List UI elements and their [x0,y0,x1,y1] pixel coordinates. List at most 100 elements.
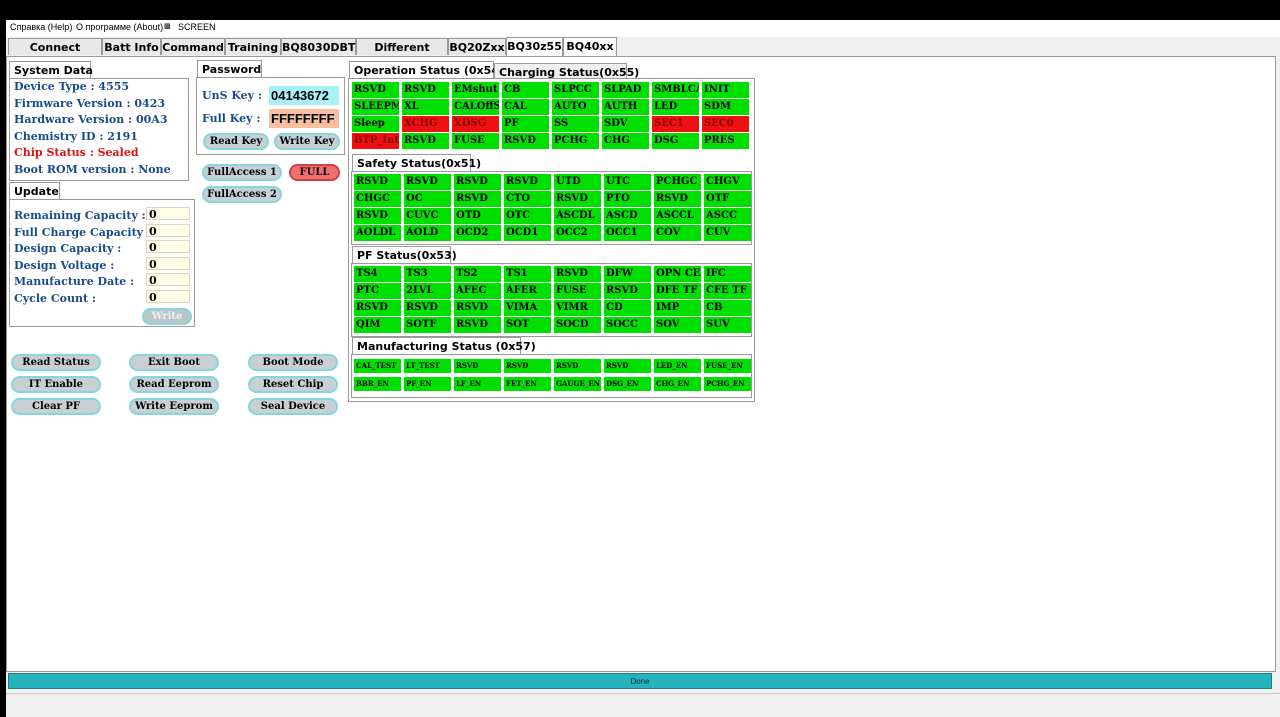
tab-bq40xx[interactable]: BQ40xx [563,37,617,56]
status-bit-cell: CAL [502,99,549,115]
status-bit-cell: DSG [652,133,699,149]
status-bit-cell: ASCCL [654,208,701,224]
design-capacity-label: Design Capacity : [14,242,122,255]
system-data-panel: Device Type : 4555 Firmware Version : 04… [9,78,189,181]
tab-batt-info[interactable]: Batt Info [102,38,161,55]
chip-status: Chip Status : Sealed [14,146,139,159]
exit-boot-button[interactable]: Exit Boot [129,354,219,371]
status-bit-cell: Sleep [352,116,399,132]
tab-connect-device[interactable]: Connect Device [8,38,102,71]
status-bit-cell: AFEC [454,283,501,299]
status-bit-cell: SLEEPM [352,99,399,115]
status-bit-cell: SS [552,116,599,132]
read-status-button[interactable]: Read Status [11,354,101,371]
status-bit-cell: ASCD [604,208,651,224]
status-bit-cell: OTF [704,191,751,207]
status-bit-cell: RSVD [554,266,601,282]
update-panel: Remaining Capacity : 0 Full Charge Capac… [9,199,195,327]
status-bit-cell: PCHGC [654,174,701,190]
status-bit-cell: BTP_Int [352,133,399,149]
status-bit-cell: OCC1 [604,225,651,241]
status-bit-cell: RSVD [504,174,551,190]
write-key-button[interactable]: Write Key [274,133,340,150]
boot-mode-button[interactable]: Boot Mode [248,354,338,371]
tab-training[interactable]: Training [225,38,281,55]
cycle-count-label: Cycle Count : [14,292,96,305]
status-bit-cell: RSVD [604,283,651,299]
status-bit-cell: AUTO [552,99,599,115]
status-bit-cell: RSVD [654,191,701,207]
status-bit-cell: RSVD [554,191,601,207]
full-access-1-button[interactable]: FullAccess 1 [202,164,282,181]
device-type: Device Type : 4555 [14,80,130,93]
full-charge-capacity-input[interactable]: 0 [146,224,190,238]
seal-device-button[interactable]: Seal Device [248,398,338,415]
cycle-count-input[interactable]: 0 [146,290,190,304]
status-bit-cell: AFER [504,283,551,299]
menu-help[interactable]: Справка (Help) [10,22,72,32]
status-panel: RSVDRSVDEMshutCBSLPCCSLPADSMBLCALINITSLE… [348,78,755,402]
status-bit-cell: 2LVL [404,283,451,299]
status-bar [6,693,1280,717]
status-bit-cell: RSVD [502,133,549,149]
remaining-capacity-label: Remaining Capacity : [14,209,146,222]
it-enable-button[interactable]: IT Enable [11,376,101,393]
menu-screen[interactable]: SCREEN [178,22,216,32]
manufacturing-status-panel: CAL_TEST LT_TEST RSVD RSVD RSVD RSVD LED_EN FUS… [351,354,752,398]
status-bit-cell: CB [704,300,751,316]
status-bit-cell: SEC0 [702,116,749,132]
status-bit-cell: RSVD [554,359,601,373]
status-bit-cell: PRES [702,133,749,149]
design-capacity-input[interactable]: 0 [146,240,190,254]
full-access-2-button[interactable]: FullAccess 2 [202,186,282,203]
reset-chip-button[interactable]: Reset Chip [248,376,338,393]
status-bit-cell: RSVD [454,317,501,333]
app-window: Справка (Help) О программе (About) ▩ SCR… [6,20,1280,717]
password-title: Password [197,60,262,78]
status-bit-cell: SOCC [604,317,651,333]
screen-icon[interactable]: ▩ [164,22,171,30]
status-bit-cell: UTC [604,174,651,190]
status-bit-cell: CD [604,300,651,316]
status-bit-cell: XDSG [452,116,499,132]
status-bit-cell: TS1 [504,266,551,282]
uns-key-input[interactable]: 04143672 [269,86,339,105]
operation-status-tab[interactable]: Operation Status (0x54) [349,61,504,79]
status-bit-cell: PCHG_EN [704,377,751,391]
tab-different-chips[interactable]: Different Chips [356,38,448,71]
status-bit-cell: CUVC [404,208,451,224]
safety-status-title: Safety Status(0x51) [352,154,481,172]
status-bit-cell: PF [502,116,549,132]
status-bit-cell: LED [652,99,699,115]
progress-bar: Done [8,673,1272,689]
full-key-input[interactable]: FFFFFFFF [269,109,339,128]
tab-bq30z55[interactable]: BQ30z55 [506,37,563,56]
tab-command[interactable]: Command [161,38,225,55]
write-button[interactable]: Write [142,308,192,325]
manufacture-date-input[interactable]: 0 [146,273,190,287]
status-bit-cell: CAL_TEST [354,359,401,373]
read-eeprom-button[interactable]: Read Eeprom [129,376,219,393]
menu-about[interactable]: О программе (About) [76,22,163,32]
status-bit-cell: SOCD [554,317,601,333]
full-button[interactable]: FULL [289,164,340,181]
menu-bar: Справка (Help) О программе (About) ▩ SCR… [6,20,1280,37]
status-bit-cell: RSVD [402,82,449,98]
boot-rom-version: Boot ROM version : None [14,163,171,176]
remaining-capacity-input[interactable]: 0 [146,207,190,221]
design-voltage-input[interactable]: 0 [146,257,190,271]
read-key-button[interactable]: Read Key [203,133,269,150]
write-eeprom-button[interactable]: Write Eeprom [129,398,219,415]
safety-status-panel: RSVD RSVD RSVD RSVD UTD UTC PCHGC CHGV CHGC OC RSV… [351,171,752,245]
status-bit-cell: CB [502,82,549,98]
tab-bq20zxx[interactable]: BQ20Zxx [448,38,506,55]
status-bit-cell: XL [402,99,449,115]
status-bit-cell: ASCDL [554,208,601,224]
tab-bq8030dbt[interactable]: BQ8030DBT [281,38,356,55]
clear-pf-button[interactable]: Clear PF [11,398,101,415]
status-bit-cell: RSVD [404,300,451,316]
status-bit-cell: CUV [704,225,751,241]
status-bit-cell: RSVD [402,133,449,149]
status-bit-cell: OTD [454,208,501,224]
manufacturing-status-title: Manufacturing Status (0x57) [352,337,536,355]
